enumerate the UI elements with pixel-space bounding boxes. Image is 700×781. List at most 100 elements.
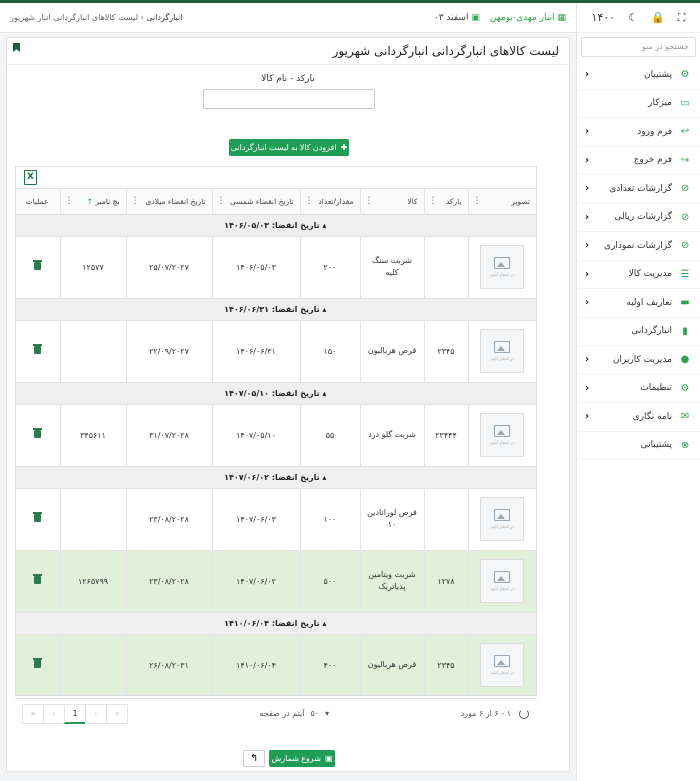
col-expiry-miladi[interactable]: تاریخ انقضاء میلادی ⋮ (125, 189, 212, 215)
image-placeholder-icon[interactable]: در انتظار آپلود (480, 643, 525, 687)
table-header-row: تصویر ⋮ بارکد ⋮ کالا ⋮ مقدار/تعداد ⋮ تاریخ ا… (16, 189, 536, 215)
product-cell: شربت سنگ کلیه (359, 236, 424, 299)
expiry-miladi-cell: ۳۱/۰۷/۲۰۲۸ (125, 404, 212, 467)
menu-search-input[interactable]: جستجو در منو (581, 37, 696, 57)
add-product-button[interactable]: ✚ افزودن کالا به لیست انبارگردانی (229, 139, 349, 156)
sidebar-item-settings[interactable]: ⚙ تنظیمات ‹ (577, 375, 700, 403)
column-menu-icon[interactable]: ⋮ (65, 196, 74, 206)
group-row[interactable]: ▴ تاریخ انقضا: ۱۴۰۷/۰۵/۱۰ (16, 382, 536, 405)
product-cell: قرص لوراتادین ۱۰ (359, 488, 424, 551)
col-batch[interactable]: بچ نامبر ↑ ⋮ (59, 189, 126, 215)
trash-icon[interactable] (32, 512, 42, 522)
column-menu-icon[interactable]: ⋮ (365, 196, 374, 206)
image-placeholder-icon[interactable]: در انتظار آپلود (480, 497, 525, 541)
breadcrumb-page: لیست کالاهای انبارگردانی انبار شهریور (10, 13, 138, 22)
trash-icon[interactable] (32, 428, 42, 438)
barcode-cell: ۲۳۴۵ (423, 320, 468, 383)
table-row[interactable]: در انتظار آپلود ۲۳۴۴۴ شربت گلو درد ۵۵ ۱۴… (16, 404, 536, 467)
column-menu-icon[interactable]: ⋮ (217, 196, 226, 206)
trash-icon[interactable] (32, 658, 42, 668)
image-icon (494, 425, 511, 437)
image-icon (494, 341, 511, 353)
prev-page-button[interactable]: ‹ (43, 703, 66, 724)
sidebar-item-desk[interactable]: ▭ میزکار (577, 90, 700, 118)
group-row[interactable]: ▴ تاریخ انقضا: ۱۴۰۶/۰۵/۰۳ (16, 214, 536, 237)
trash-icon[interactable] (32, 344, 42, 354)
breadcrumb-root[interactable]: انبارگردانی (146, 13, 182, 22)
first-page-button[interactable]: « (22, 703, 45, 724)
quantity-cell[interactable]: ۱۵۰ (299, 320, 360, 383)
column-menu-icon[interactable]: ⋮ (429, 196, 438, 206)
chevron-icon: ‹ (585, 211, 590, 223)
barcode-input[interactable] (203, 89, 375, 109)
image-placeholder-icon[interactable]: در انتظار آپلود (480, 245, 525, 289)
quantity-cell[interactable]: ۵۵ (299, 404, 360, 467)
trash-icon[interactable] (32, 574, 42, 584)
col-actions: عملیات (16, 189, 60, 215)
group-row[interactable]: ▴ تاریخ انقضا: ۱۴۰۶/۰۶/۳۱ (16, 298, 536, 321)
column-menu-icon[interactable]: ⋮ (473, 196, 482, 206)
current-page-button[interactable]: 1 (64, 703, 87, 724)
table-row[interactable]: در انتظار آپلود ۲۳۴۵ قرص هربالیون ۱۵۰ ۱۴… (16, 320, 536, 383)
sidebar-item-chart-reports[interactable]: ⊘ گزارشات نموداری ‹ (577, 232, 700, 261)
chevron-icon: ‹ (585, 411, 590, 423)
chevron-icon: ‹ (585, 126, 590, 138)
expiry-shamsi-cell: ۱۴۰۷/۰۶/۰۲ (211, 550, 300, 613)
chevron-icon: ‹ (585, 240, 590, 252)
sidebar-item-product-management[interactable]: ☰ مدیریت کالا ‹ (577, 261, 700, 289)
start-counting-button[interactable]: ▣ شروع شمارش (269, 750, 335, 767)
col-barcode[interactable]: بارکد ⋮ (423, 189, 468, 215)
refresh-icon[interactable] (519, 708, 529, 719)
quantity-cell[interactable]: ۱۰۰ (299, 488, 360, 551)
moon-icon[interactable]: ☾ (628, 11, 638, 24)
bookmark-icon[interactable] (13, 43, 20, 52)
image-icon (494, 509, 511, 521)
quantity-cell[interactable]: ۵۰۰ (299, 550, 360, 613)
table-row[interactable]: در انتظار آپلود شربت سنگ کلیه ۲۰۰ ۱۴۰۶/۰… (16, 236, 536, 299)
chevron-icon: ‹ (585, 268, 590, 280)
sidebar-item-count-reports[interactable]: ⊘ گزارشات تعدادی ‹ (577, 175, 700, 204)
last-page-button[interactable]: » (106, 703, 129, 724)
warehouse-selector[interactable]: ▦ انبار مهدی-بومهن (490, 13, 566, 23)
year-label[interactable]: ۱۴۰۰ (592, 11, 616, 24)
group-label: ▴ تاریخ انقضا: ۱۴۱۰/۰۶/۰۴ (16, 612, 536, 635)
ban-icon: ⊘ (680, 211, 690, 223)
excel-export-icon[interactable]: X (24, 170, 37, 185)
sidebar-item-support[interactable]: ⊗ پشتیبانی (577, 432, 700, 460)
sidebar-item-backup[interactable]: ⚙ پشتیبان ‹ (577, 61, 700, 90)
col-quantity[interactable]: مقدار/تعداد ⋮ (299, 189, 360, 215)
image-placeholder-icon[interactable]: در انتظار آپلود (480, 559, 525, 603)
image-placeholder-icon[interactable]: در انتظار آپلود (480, 413, 525, 457)
sidebar-item-entry-form[interactable]: ↩ فرم ورود ‹ (577, 118, 700, 147)
table-row[interactable]: در انتظار آپلود قرص لوراتادین ۱۰ ۱۰۰ ۱۴۰… (16, 488, 536, 551)
column-menu-icon[interactable]: ⋮ (305, 196, 314, 206)
quantity-cell[interactable]: ۴۰۰ (299, 634, 360, 695)
next-page-button[interactable]: › (85, 703, 108, 724)
group-row[interactable]: ▴ تاریخ انقضا: ۱۴۱۰/۰۶/۰۴ (16, 612, 536, 635)
trash-icon[interactable] (32, 260, 42, 270)
expand-icon[interactable]: ⛶ (678, 11, 686, 25)
back-button[interactable]: ↰ (243, 750, 265, 767)
image-placeholder-icon[interactable]: در انتظار آپلود (480, 329, 525, 373)
group-row[interactable]: ▴ تاریخ انقضا: ۱۴۰۷/۰۶/۰۲ (16, 466, 536, 489)
column-menu-icon[interactable]: ⋮ (131, 196, 140, 206)
col-expiry-shamsi[interactable]: تاریخ انقضاء شمسی ⋮ (211, 189, 300, 215)
sidebar-item-stocktaking[interactable]: ▮ انبارگردانی (577, 318, 700, 346)
sidebar-item-letters[interactable]: ✉ نامه نگاری ‹ (577, 403, 700, 432)
quantity-cell[interactable]: ۲۰۰ (299, 236, 360, 299)
page-size-selector[interactable]: ▾ ۵۰ آیتم در صفحه (259, 709, 329, 718)
lock-icon[interactable]: 🔒 (651, 11, 665, 24)
col-image[interactable]: تصویر ⋮ (467, 189, 536, 215)
col-product[interactable]: کالا ⋮ (359, 189, 424, 215)
month-selector[interactable]: ▣ اسفند ۰۳ (434, 13, 480, 23)
sidebar-item-rial-reports[interactable]: ⊘ گزارشات ریالی ‹ (577, 204, 700, 232)
image-icon (494, 655, 511, 667)
table-row[interactable]: در انتظار آپلود ۱۲۷۸ شربت ویتامین پدیاتر… (16, 550, 536, 613)
sidebar-item-exit-form[interactable]: ↪ فرم خروج ‹ (577, 147, 700, 175)
table-row[interactable]: در انتظار آپلود ۲۳۴۵ قرص هربالیون ۴۰۰ ۱۴… (16, 634, 536, 695)
sidebar-item-definitions[interactable]: ▬ تعاریف اولیه ‹ (577, 289, 700, 318)
sidebar-menu: ⚙ پشتیبان ‹ ▭ میزکار ↩ فرم ورود ‹ ↪ فرم خروج ‹ … (577, 61, 700, 460)
top-header: ▦ انبار مهدی-بومهن ▣ اسفند ۰۳ انبارگردانی… (0, 3, 576, 33)
sidebar-item-user-management[interactable]: ● مدیریت کاربران ‹ (577, 346, 700, 375)
actions-cell (16, 236, 60, 299)
